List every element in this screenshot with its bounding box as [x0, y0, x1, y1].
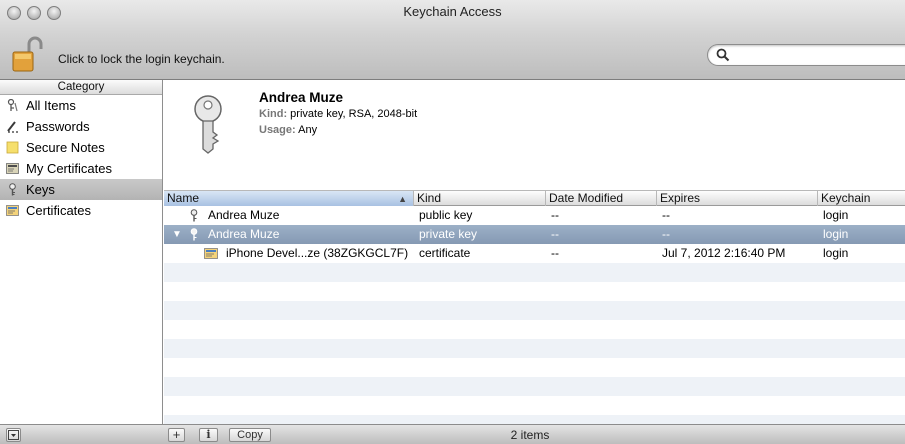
usage-label: Usage: [259, 124, 296, 136]
key-icon [194, 95, 222, 154]
item-detail-pane: Andrea Muze Kind: private key, RSA, 2048… [164, 80, 905, 190]
empty-row [164, 282, 905, 301]
secure-notes-icon [6, 141, 19, 154]
column-header-name[interactable]: Name ▲ [164, 191, 414, 206]
certificate-icon [6, 205, 19, 216]
cell-keychain: login [823, 227, 849, 241]
key-icon [190, 209, 198, 222]
window-title: Keychain Access [403, 4, 502, 19]
empty-row [164, 320, 905, 339]
category-header: Category [0, 80, 162, 95]
get-info-button[interactable]: i [199, 428, 218, 442]
empty-row [164, 339, 905, 358]
cell-name: iPhone Devel...ze (38ZGKGCL7F) [226, 246, 409, 260]
sidebar-item-label: Certificates [26, 203, 92, 218]
all-items-icon [7, 99, 18, 112]
sidebar-item-label: All Items [26, 98, 76, 113]
empty-row [164, 358, 905, 377]
sidebar-item-label: Passwords [26, 119, 90, 134]
empty-row [164, 301, 905, 320]
cell-name: Andrea Muze [208, 208, 280, 222]
item-count: 2 items [510, 428, 550, 442]
cell-date-modified: -- [551, 208, 559, 222]
empty-row [164, 396, 905, 415]
lock-keychain-label[interactable]: Click to lock the login keychain. [58, 52, 225, 66]
cell-kind: private key [419, 227, 478, 241]
kind-value: private key, RSA, 2048-bit [290, 108, 418, 120]
column-header-expires[interactable]: Expires [657, 191, 818, 206]
search-input[interactable] [734, 47, 899, 63]
empty-row [164, 263, 905, 282]
sidebar-item-passwords[interactable]: Passwords [0, 116, 162, 137]
table-header: Name ▲ Kind Date Modified Expires Keycha… [164, 190, 905, 206]
cell-keychain: login [823, 246, 849, 260]
cell-keychain: login [823, 208, 849, 222]
sort-ascending-icon: ▲ [398, 194, 407, 204]
search-field[interactable] [707, 44, 905, 66]
disclosure-triangle-expanded-icon[interactable]: ▼ [172, 225, 182, 244]
key-icon [190, 228, 198, 241]
items-table: Name ▲ Kind Date Modified Expires Keycha… [164, 190, 905, 424]
cell-name: Andrea Muze [208, 227, 280, 241]
search-icon [716, 48, 730, 62]
show-category-button[interactable] [6, 428, 21, 442]
empty-row [164, 377, 905, 396]
certificate-icon [204, 248, 218, 259]
table-row-selected[interactable]: ▼ Andrea Muze private key -- -- login [164, 225, 905, 244]
passwords-icon [7, 121, 18, 133]
kind-label: Kind: [259, 108, 288, 120]
cell-date-modified: -- [551, 227, 559, 241]
table-row[interactable]: Andrea Muze public key -- -- login [164, 206, 905, 225]
sidebar-item-label: Keys [26, 182, 55, 197]
sidebar-item-secure-notes[interactable]: Secure Notes [0, 137, 162, 158]
window-toolbar: Keychain Access Click to lock the login … [0, 0, 905, 80]
cell-kind: certificate [419, 246, 471, 260]
sidebar-item-label: Secure Notes [26, 140, 105, 155]
cell-kind: public key [419, 208, 473, 222]
sidebar-item-label: My Certificates [26, 161, 112, 176]
item-name: Andrea Muze [259, 90, 344, 105]
cell-expires: -- [662, 227, 670, 241]
sidebar-item-keys[interactable]: Keys [0, 179, 162, 200]
add-item-button[interactable]: + [168, 428, 185, 442]
empty-row [164, 415, 905, 424]
table-row[interactable]: iPhone Devel...ze (38ZGKGCL7F) certifica… [164, 244, 905, 263]
column-header-date-modified[interactable]: Date Modified [546, 191, 657, 206]
my-certificates-icon [6, 163, 19, 174]
keychain-access-window: Keychain Access Click to lock the login … [0, 0, 905, 444]
cell-expires: -- [662, 208, 670, 222]
cell-expires: Jul 7, 2012 2:16:40 PM [662, 246, 786, 260]
column-header-kind[interactable]: Kind [414, 191, 546, 206]
category-toggle-icon [8, 430, 19, 440]
cell-date-modified: -- [551, 246, 559, 260]
category-sidebar: Category All Items Passwords Secure Note… [0, 80, 163, 424]
usage-value: Any [298, 124, 318, 136]
column-header-keychain[interactable]: Keychain [818, 191, 905, 206]
unlocked-padlock-icon[interactable] [12, 36, 44, 72]
item-kind: Kind: private key, RSA, 2048-bit [259, 108, 417, 120]
key-icon [9, 183, 16, 196]
sidebar-item-all-items[interactable]: All Items [0, 95, 162, 116]
sidebar-item-my-certificates[interactable]: My Certificates [0, 158, 162, 179]
item-usage: Usage: Any [259, 124, 317, 136]
copy-button[interactable]: Copy [229, 428, 271, 442]
bottom-status-bar: + i Copy 2 items [0, 424, 905, 444]
table-rows: Andrea Muze public key -- -- login ▼ And… [164, 206, 905, 424]
sidebar-item-certificates[interactable]: Certificates [0, 200, 162, 221]
